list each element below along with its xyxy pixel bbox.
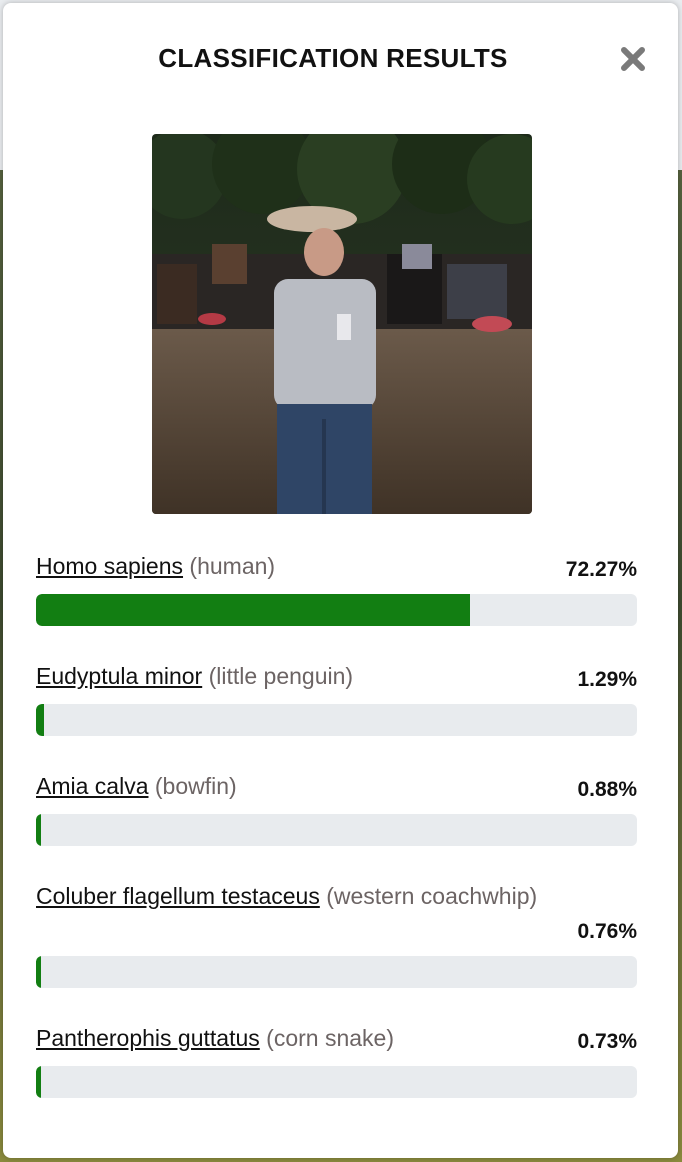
result-percentage: 0.76%	[577, 920, 637, 943]
modal-title: CLASSIFICATION RESULTS	[158, 43, 508, 73]
species-common-name: (corn snake)	[266, 1025, 394, 1051]
result-item: Pantherophis guttatus (corn snake) 0.73%	[36, 1023, 637, 1133]
confidence-bar	[36, 956, 637, 988]
results-list: Homo sapiens (human) 72.27% Eudyptula mi…	[36, 551, 637, 1133]
confidence-bar	[36, 594, 637, 626]
confidence-bar	[36, 1066, 637, 1098]
result-item: Eudyptula minor (little penguin) 1.29%	[36, 661, 637, 771]
confidence-bar	[36, 814, 637, 846]
species-scientific-link[interactable]: Homo sapiens	[36, 553, 183, 579]
species-name-line: Eudyptula minor (little penguin)	[36, 661, 637, 691]
species-name-line: Pantherophis guttatus (corn snake)	[36, 1023, 637, 1053]
result-item: Homo sapiens (human) 72.27%	[36, 551, 637, 661]
classification-modal: CLASSIFICATION RESULTS Homo sapiens (hum…	[3, 3, 678, 1158]
result-percentage: 0.73%	[577, 1030, 637, 1053]
result-percentage: 1.29%	[577, 668, 637, 691]
confidence-bar-fill	[36, 814, 42, 846]
species-name-line: Coluber flagellum testaceus (western coa…	[36, 881, 637, 911]
confidence-bar-fill	[36, 956, 42, 988]
species-common-name: (little penguin)	[208, 663, 354, 689]
confidence-bar	[36, 704, 637, 736]
confidence-bar-fill	[36, 1066, 42, 1098]
species-name-line: Homo sapiens (human)	[36, 551, 637, 581]
species-common-name: (human)	[189, 553, 276, 579]
result-percentage: 0.88%	[577, 778, 637, 801]
species-scientific-link[interactable]: Eudyptula minor	[36, 663, 202, 689]
species-name-line: Amia calva (bowfin)	[36, 771, 637, 801]
close-icon[interactable]	[615, 41, 651, 77]
result-item: Coluber flagellum testaceus (western coa…	[36, 881, 637, 1023]
species-common-name: (western coachwhip)	[326, 883, 538, 909]
confidence-bar-fill	[36, 594, 471, 626]
species-scientific-link[interactable]: Pantherophis guttatus	[36, 1025, 260, 1051]
classified-photo	[152, 134, 532, 514]
confidence-bar-fill	[36, 704, 44, 736]
result-item: Amia calva (bowfin) 0.88%	[36, 771, 637, 881]
species-common-name: (bowfin)	[154, 773, 237, 799]
species-scientific-link[interactable]: Amia calva	[36, 773, 148, 799]
species-scientific-link[interactable]: Coluber flagellum testaceus	[36, 883, 320, 909]
result-percentage: 72.27%	[565, 558, 637, 581]
